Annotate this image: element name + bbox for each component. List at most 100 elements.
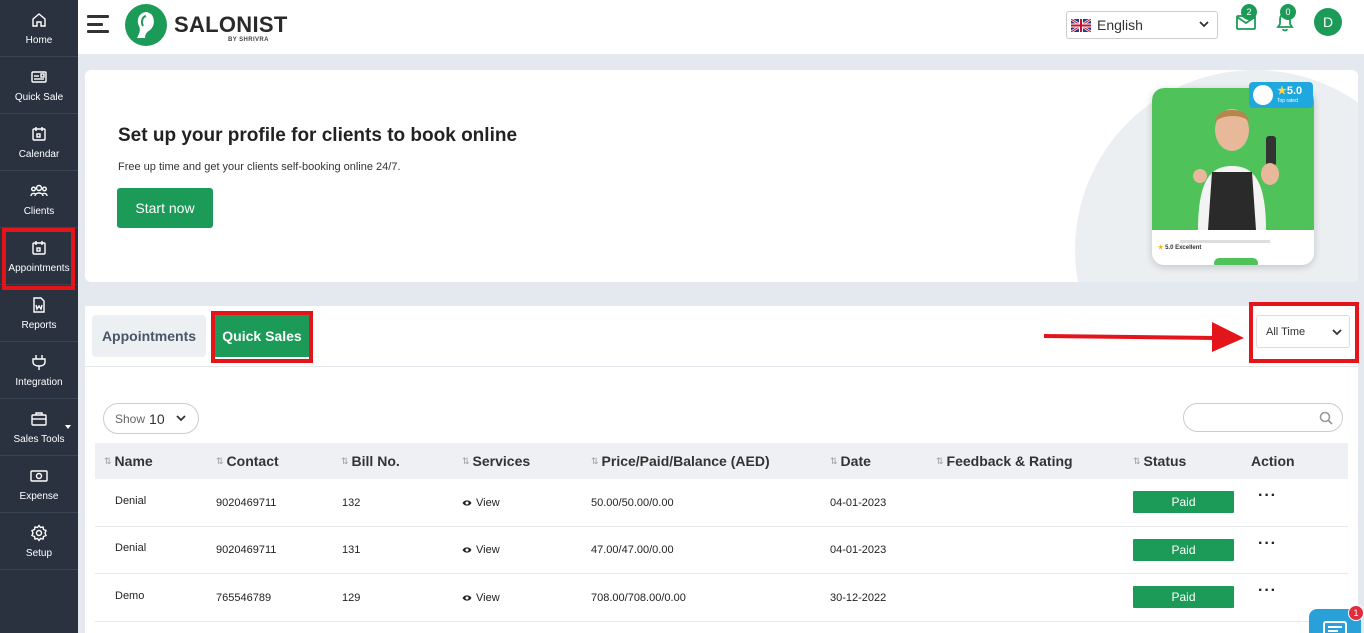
view-services-link[interactable]: View xyxy=(462,479,500,526)
chevron-down-icon xyxy=(65,425,71,429)
calendar-icon xyxy=(32,126,46,141)
search-input[interactable] xyxy=(1183,403,1343,432)
show-value: 10 xyxy=(149,410,165,427)
sidebar-item-integration[interactable]: Integration xyxy=(0,342,78,399)
annotation-arrow xyxy=(1044,322,1244,352)
chat-badge: 1 xyxy=(1348,605,1364,621)
briefcase-icon xyxy=(31,411,47,426)
money-icon xyxy=(30,469,48,482)
column-header-bill[interactable]: ⇅ Bill No. xyxy=(341,443,400,479)
barber-illustration xyxy=(1193,109,1279,230)
register-icon xyxy=(31,70,47,83)
chevron-down-icon xyxy=(1199,21,1209,28)
sidebar-item-clients[interactable]: Clients xyxy=(0,171,78,228)
sidebar-item-calendar[interactable]: Calendar xyxy=(0,114,78,171)
start-now-button[interactable]: Start now xyxy=(117,188,213,228)
divider xyxy=(85,366,1358,367)
rating-text: ★ 5.0 Excellent xyxy=(1158,245,1202,251)
page-size-select[interactable]: Show 10 xyxy=(103,403,199,434)
cell-bill: 132 xyxy=(342,496,361,509)
plug-icon xyxy=(32,354,46,370)
logo-mark xyxy=(125,4,167,46)
view-services-link[interactable]: View xyxy=(462,574,500,621)
document-icon xyxy=(33,296,45,313)
sidebar: Home Quick Sale Calendar Clients Appoint… xyxy=(0,0,78,633)
rating-tag: ★5.0 Top rated xyxy=(1249,82,1313,108)
search-icon xyxy=(1319,411,1333,425)
cell-bill: 131 xyxy=(342,544,361,556)
column-header-name[interactable]: ⇅ Name xyxy=(104,443,153,479)
eye-icon xyxy=(462,594,472,601)
status-badge: Paid xyxy=(1133,491,1234,513)
home-icon xyxy=(32,12,46,27)
chat-icon xyxy=(1323,621,1347,633)
sidebar-item-label: Calendar xyxy=(18,148,60,160)
column-header-contact[interactable]: ⇅ Contact xyxy=(216,443,279,479)
sidebar-item-label: Sales Tools xyxy=(13,433,65,445)
uk-flag-icon xyxy=(1071,18,1091,32)
promo-photo-background xyxy=(1152,88,1314,230)
show-label: Show xyxy=(115,411,146,426)
sidebar-item-setup[interactable]: Setup xyxy=(0,513,78,570)
table-row: Demo 765546789 129 View 708.00/708.00/0.… xyxy=(95,574,1348,622)
top-header: SALONIST BY SHRIVRA English 2 0 D xyxy=(78,0,1364,54)
column-header-feedback[interactable]: ⇅ Feedback & Rating xyxy=(936,443,1073,479)
language-select[interactable]: English xyxy=(1066,11,1218,39)
notifications-badge: 0 xyxy=(1280,4,1296,20)
quick-sales-table: ⇅ Name ⇅ Contact ⇅ Bill No. ⇅ Services ⇅ Pric… xyxy=(95,443,1348,622)
cell-date: 30-12-2022 xyxy=(830,591,887,604)
sidebar-item-label: Setup xyxy=(25,547,53,559)
column-header-price[interactable]: ⇅ Price/Paid/Balance (AED) xyxy=(591,443,770,479)
column-header-status[interactable]: ⇅ Status xyxy=(1133,443,1186,479)
rating-caption: Top rated xyxy=(1277,98,1298,104)
chevron-down-icon xyxy=(176,415,186,422)
column-header-services[interactable]: ⇅ Services xyxy=(462,443,530,479)
sidebar-item-home[interactable]: Home xyxy=(0,0,78,57)
sidebar-item-label: Home xyxy=(25,34,53,46)
cell-contact: 9020469711 xyxy=(216,544,277,556)
eye-icon xyxy=(462,499,472,506)
view-services-link[interactable]: View xyxy=(462,527,500,574)
cell-name: Demo xyxy=(115,589,145,602)
menu-icon[interactable] xyxy=(87,15,109,33)
sales-panel: Appointments Quick Sales All Time Show 1… xyxy=(85,302,1359,633)
cell-date: 04-01-2023 xyxy=(830,544,887,556)
sidebar-item-sales-tools[interactable]: Sales Tools xyxy=(0,399,78,456)
sidebar-item-reports[interactable]: Reports xyxy=(0,285,78,342)
row-actions-menu[interactable]: ··· xyxy=(1258,535,1277,553)
logo-subtitle: BY SHRIVRA xyxy=(228,37,269,43)
table-header: ⇅ Name ⇅ Contact ⇅ Bill No. ⇅ Services ⇅ Pric… xyxy=(95,443,1348,479)
column-header-date[interactable]: ⇅ Date xyxy=(830,443,871,479)
table-row: Denial 9020469711 132 View 50.00/50.00/0… xyxy=(95,479,1348,527)
sidebar-item-label: Quick Sale xyxy=(14,91,64,103)
cell-contact: 765546789 xyxy=(216,591,272,604)
sidebar-item-expense[interactable]: Expense xyxy=(0,456,78,513)
banner-title: Set up your profile for clients to book … xyxy=(118,125,518,146)
eye-icon xyxy=(462,547,472,553)
cell-price: 47.00/47.00/0.00 xyxy=(591,544,674,556)
users-icon xyxy=(30,184,48,196)
cell-price: 708.00/708.00/0.00 xyxy=(591,591,686,604)
highlight-box-appointments xyxy=(2,228,75,290)
cell-bill: 129 xyxy=(342,591,361,604)
highlight-box-quick-sales xyxy=(211,311,313,363)
cell-date: 04-01-2023 xyxy=(830,496,887,509)
profile-setup-banner: Set up your profile for clients to book … xyxy=(85,70,1358,282)
status-badge: Paid xyxy=(1133,586,1234,608)
sidebar-item-quick-sale[interactable]: Quick Sale xyxy=(0,57,78,114)
table-row: Denial 9020469711 131 View 47.00/47.00/0… xyxy=(95,527,1348,574)
row-actions-menu[interactable]: ··· xyxy=(1258,582,1277,600)
language-value: English xyxy=(1097,17,1143,33)
sidebar-item-label: Expense xyxy=(19,490,59,502)
sidebar-item-label: Clients xyxy=(23,205,55,217)
user-avatar[interactable]: D xyxy=(1314,8,1342,36)
cell-name: Denial xyxy=(115,494,147,507)
row-actions-menu[interactable]: ··· xyxy=(1258,487,1277,505)
cell-contact: 9020469711 xyxy=(216,496,277,509)
logo-text: SALONIST xyxy=(174,12,288,37)
cell-price: 50.00/50.00/0.00 xyxy=(591,496,674,509)
banner-subtitle: Free up time and get your clients self-b… xyxy=(118,161,401,173)
rating-bar xyxy=(1180,240,1270,243)
gear-icon xyxy=(31,523,47,542)
tab-appointments[interactable]: Appointments xyxy=(92,315,206,357)
